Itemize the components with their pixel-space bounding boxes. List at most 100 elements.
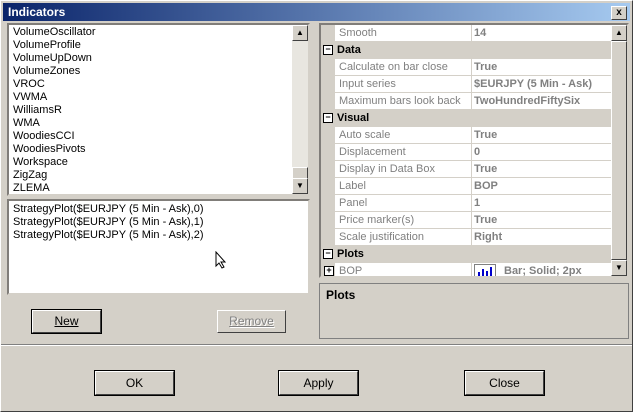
list-item[interactable]: WoodiesCCI (9, 130, 308, 143)
property-row-bop[interactable]: + BOP Bar; Solid; 2px (321, 263, 627, 277)
property-row-calculate-on-bar-close[interactable]: Calculate on bar close True (321, 59, 627, 76)
row-gutter (321, 93, 335, 109)
title-bar: Indicators x (3, 3, 630, 21)
list-item[interactable]: StrategyPlot($EURJPY (5 Min - Ask),2) (9, 229, 308, 242)
row-gutter (321, 127, 335, 143)
property-value[interactable]: $EURJPY (5 Min - Ask) (471, 76, 611, 92)
property-grid-scrollbar[interactable]: ▲ ▼ (611, 25, 627, 276)
list-item[interactable]: VolumeZones (9, 65, 308, 78)
property-row-auto-scale[interactable]: Auto scale True (321, 127, 627, 144)
description-title: Plots (326, 288, 356, 302)
row-gutter (321, 195, 335, 211)
category-label: Visual (337, 112, 370, 124)
property-value[interactable]: 0 (471, 144, 611, 160)
row-gutter (321, 144, 335, 160)
applied-indicators-list[interactable]: StrategyPlot($EURJPY (5 Min - Ask),0) St… (7, 199, 310, 295)
indicator-list[interactable]: VolumeOscillator VolumeProfile VolumeUpD… (7, 23, 310, 196)
list-item[interactable]: WMA (9, 117, 308, 130)
new-button[interactable]: New (31, 309, 102, 334)
remove-button-label: Remove (229, 314, 274, 328)
property-name: Calculate on bar close (339, 61, 448, 73)
list-item[interactable]: VolumeOscillator (9, 26, 308, 39)
list-item[interactable]: WilliamsR (9, 104, 308, 117)
property-value[interactable]: True (471, 161, 611, 177)
indicators-dialog: Indicators x VolumeOscillator VolumeProf… (0, 0, 633, 412)
apply-button[interactable]: Apply (278, 370, 359, 396)
divider (1, 344, 632, 346)
list-item[interactable]: VolumeUpDown (9, 52, 308, 65)
property-row-panel[interactable]: Panel 1 (321, 195, 627, 212)
category-label: Data (337, 44, 361, 56)
close-button[interactable]: Close (464, 370, 545, 396)
property-value[interactable]: Right (471, 229, 611, 245)
property-description-panel: Plots (319, 283, 629, 339)
indicator-list-scrollbar[interactable]: ▲ ▼ (292, 25, 308, 194)
list-item[interactable]: StrategyPlot($EURJPY (5 Min - Ask),1) (9, 216, 308, 229)
list-item[interactable]: ZigZag (9, 169, 308, 182)
property-name: Input series (339, 78, 396, 90)
property-row-display-in-data-box[interactable]: Display in Data Box True (321, 161, 627, 178)
category-plots[interactable]: − Plots (321, 246, 627, 263)
property-name: Auto scale (339, 129, 391, 141)
property-row-max-bars[interactable]: Maximum bars look back TwoHundredFiftySi… (321, 93, 627, 110)
list-item[interactable]: VWMA (9, 91, 308, 104)
mouse-cursor-icon (215, 251, 227, 269)
row-gutter (321, 59, 335, 75)
property-row-label[interactable]: Label BOP (321, 178, 627, 195)
remove-button[interactable]: Remove (217, 310, 286, 333)
row-gutter (321, 229, 335, 245)
category-data[interactable]: − Data (321, 42, 627, 59)
minus-box-icon[interactable]: − (323, 249, 333, 259)
property-name: BOP (339, 265, 363, 277)
list-item[interactable]: VROC (9, 78, 308, 91)
plus-box-icon[interactable]: + (324, 266, 334, 276)
property-value[interactable]: True (471, 212, 611, 228)
scroll-down-icon[interactable]: ▼ (292, 178, 308, 194)
ok-button[interactable]: OK (94, 370, 175, 396)
category-visual[interactable]: − Visual (321, 110, 627, 127)
scroll-up-icon[interactable]: ▲ (292, 25, 308, 41)
plot-style-value: Bar; Solid; 2px (504, 265, 582, 277)
property-name: Smooth (339, 27, 377, 39)
new-button-label: New (54, 314, 79, 328)
list-item[interactable]: StrategyPlot($EURJPY (5 Min - Ask),0) (9, 203, 308, 216)
property-value[interactable]: BOP (471, 178, 611, 194)
property-value[interactable]: TwoHundredFiftySix (471, 93, 611, 109)
minus-box-icon[interactable]: − (323, 45, 333, 55)
scroll-down-icon[interactable]: ▼ (611, 260, 627, 276)
property-value[interactable]: True (471, 127, 611, 143)
property-value[interactable]: True (471, 59, 611, 75)
row-gutter (321, 161, 335, 177)
property-name: Display in Data Box (339, 163, 435, 175)
property-name: Scale justification (339, 231, 424, 243)
window-title: Indicators (8, 5, 66, 19)
scroll-thumb[interactable] (611, 41, 627, 260)
property-name: Label (339, 180, 366, 192)
row-gutter (321, 178, 335, 194)
property-row-displacement[interactable]: Displacement 0 (321, 144, 627, 161)
property-value[interactable]: 1 (471, 195, 611, 211)
list-item[interactable]: VolumeProfile (9, 39, 308, 52)
list-item[interactable]: WoodiesPivots (9, 143, 308, 156)
bar-chart-icon (474, 264, 496, 276)
property-grid[interactable]: Smooth 14 − Data Calculate on bar close … (319, 23, 629, 278)
property-name: Price marker(s) (339, 214, 415, 226)
property-row-input-series[interactable]: Input series $EURJPY (5 Min - Ask) (321, 76, 627, 93)
list-item[interactable]: Workspace (9, 156, 308, 169)
close-window-button[interactable]: x (611, 6, 627, 20)
row-gutter (321, 76, 335, 92)
category-label: Plots (337, 248, 364, 260)
property-row-smooth[interactable]: Smooth 14 (321, 25, 627, 42)
property-row-price-marker[interactable]: Price marker(s) True (321, 212, 627, 229)
property-row-scale-justification[interactable]: Scale justification Right (321, 229, 627, 246)
row-gutter (321, 25, 335, 41)
row-gutter (321, 212, 335, 228)
minus-box-icon[interactable]: − (323, 113, 333, 123)
property-name: Panel (339, 197, 368, 209)
property-name: Maximum bars look back (339, 95, 461, 107)
property-value[interactable]: Bar; Solid; 2px (471, 263, 611, 277)
property-name: Displacement (339, 146, 406, 158)
list-item[interactable]: ZLEMA (9, 182, 308, 194)
property-value[interactable]: 14 (471, 25, 611, 41)
scroll-up-icon[interactable]: ▲ (611, 25, 627, 41)
